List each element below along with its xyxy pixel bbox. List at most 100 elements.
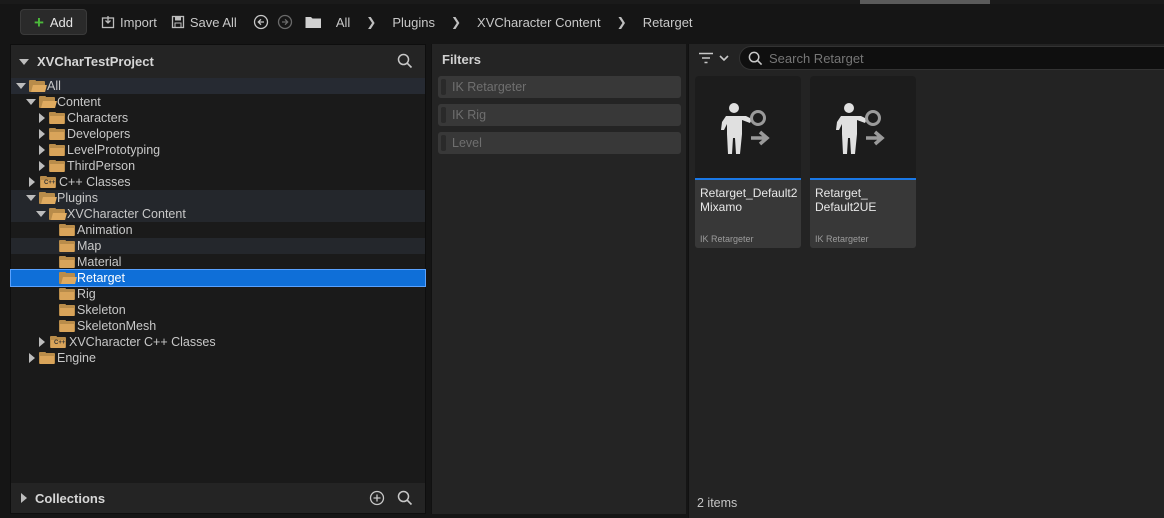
folder-icon	[59, 288, 75, 300]
tree-item-content[interactable]: Content	[11, 94, 425, 110]
breadcrumb-plugins[interactable]: Plugins	[386, 15, 441, 30]
filter-icon	[699, 52, 713, 64]
tree-item-label: Characters	[67, 111, 129, 125]
asset-view: Retarget_Default2 Mixamo IK Retargeter R…	[688, 44, 1164, 518]
tree-item-label: Skeleton	[77, 303, 126, 317]
tree-item-skeletonmesh[interactable]: SkeletonMesh	[11, 318, 425, 334]
asset-thumbnail	[810, 76, 916, 180]
tree-item-label: C++ Classes	[59, 175, 131, 189]
asset-tile[interactable]: Retarget_ Default2UE IK Retargeter	[810, 76, 916, 248]
search-input[interactable]	[769, 50, 1069, 66]
tree-item-characters[interactable]: Characters	[11, 110, 425, 126]
breadcrumb-retarget[interactable]: Retarget	[637, 15, 699, 30]
tree-item-xvcharacter-cpp-classes[interactable]: C++ XVCharacter C++ Classes	[11, 334, 425, 350]
expand-caret-icon[interactable]	[36, 211, 46, 217]
asset-tile[interactable]: Retarget_Default2 Mixamo IK Retargeter	[695, 76, 801, 248]
filter-dropdown-button[interactable]	[699, 52, 729, 64]
collapsed-caret-icon[interactable]	[29, 353, 35, 363]
folder-tree: All Content Characters Developers LevelP…	[10, 78, 426, 366]
search-box[interactable]	[739, 46, 1164, 70]
search-icon[interactable]	[397, 53, 413, 69]
tree-item-levelprototyping[interactable]: LevelPrototyping	[11, 142, 425, 158]
tree-item-map[interactable]: Map	[11, 238, 425, 254]
collapsed-caret-icon[interactable]	[39, 337, 45, 347]
breadcrumb-chevron-icon[interactable]: ❯	[607, 15, 637, 29]
folder-icon	[49, 160, 65, 172]
cpp-folder-icon: C++	[40, 176, 56, 188]
save-all-label: Save All	[189, 14, 237, 30]
expand-caret-icon[interactable]	[26, 99, 36, 105]
collapsed-caret-icon[interactable]	[29, 177, 35, 187]
tree-item-label: SkeletonMesh	[77, 319, 157, 333]
search-icon[interactable]	[397, 490, 413, 506]
breadcrumb-chevron-icon[interactable]: ❯	[441, 15, 471, 29]
collapsed-caret-icon[interactable]	[39, 113, 45, 123]
folder-icon	[49, 112, 65, 124]
collapsed-caret-icon[interactable]	[39, 145, 45, 155]
tree-item-xvcharacter-content[interactable]: XVCharacter Content	[11, 206, 425, 222]
collapsed-caret-icon[interactable]	[21, 493, 27, 503]
tree-item-developers[interactable]: Developers	[11, 126, 425, 142]
folder-icon	[59, 304, 75, 316]
folder-icon	[59, 224, 75, 236]
save-icon	[171, 15, 184, 29]
tree-item-all[interactable]: All	[11, 78, 425, 94]
toolbar: + Add Import Save All All ❯ Plugins ❯ XV…	[0, 4, 1164, 40]
filter-ik-rig[interactable]: IK Rig	[438, 104, 681, 126]
back-arrow-icon[interactable]	[253, 14, 269, 30]
project-title: XVCharTestProject	[37, 54, 154, 69]
breadcrumb-xvcharacter-content[interactable]: XVCharacter Content	[471, 15, 607, 30]
tree-item-retarget[interactable]: Retarget	[10, 269, 426, 287]
sources-header[interactable]: XVCharTestProject	[11, 45, 425, 78]
folder-open-icon	[39, 192, 57, 204]
filters-panel: Filters IK Retargeter IK Rig Level	[431, 44, 686, 514]
breadcrumb-all[interactable]: All	[330, 15, 356, 30]
tree-item-label: Map	[77, 239, 102, 253]
breadcrumb-chevron-icon[interactable]: ❯	[356, 15, 386, 29]
tree-item-skeleton[interactable]: Skeleton	[11, 302, 425, 318]
filter-level[interactable]: Level	[438, 132, 681, 154]
tree-item-thirdperson[interactable]: ThirdPerson	[11, 158, 425, 174]
folder-open-icon	[49, 208, 67, 220]
import-button[interactable]: Import	[101, 15, 157, 30]
expand-caret-icon[interactable]	[26, 195, 36, 201]
add-button[interactable]: + Add	[20, 9, 87, 35]
add-collection-icon[interactable]	[369, 490, 385, 506]
tree-item-rig[interactable]: Rig	[11, 286, 425, 302]
tree-item-plugins[interactable]: Plugins	[11, 190, 425, 206]
asset-type: IK Retargeter	[815, 234, 869, 244]
collections-header[interactable]: Collections	[11, 483, 425, 513]
tree-item-animation[interactable]: Animation	[11, 222, 425, 238]
save-all-button[interactable]: Save All	[171, 15, 237, 30]
breadcrumb: All ❯ Plugins ❯ XVCharacter Content ❯ Re…	[330, 15, 699, 30]
folder-open-icon	[59, 272, 77, 284]
asset-name: Retarget_Default2 Mixamo	[700, 186, 798, 214]
tree-item-label: Plugins	[57, 191, 98, 205]
expand-caret-icon[interactable]	[16, 83, 26, 89]
tree-item-label: Content	[57, 95, 101, 109]
asset-type: IK Retargeter	[700, 234, 754, 244]
ik-retargeter-icon	[836, 103, 885, 154]
folder-icon[interactable]	[305, 15, 322, 29]
tree-item-label: XVCharacter Content	[67, 207, 186, 221]
filter-ik-retargeter[interactable]: IK Retargeter	[438, 76, 681, 98]
collapse-caret-icon[interactable]	[19, 58, 29, 65]
tree-item-label: LevelPrototyping	[67, 143, 161, 157]
tree-item-label: ThirdPerson	[67, 159, 136, 173]
asset-name: Retarget_ Default2UE	[815, 186, 877, 214]
collapsed-caret-icon[interactable]	[39, 129, 45, 139]
tree-item-label: XVCharacter C++ Classes	[69, 335, 216, 349]
tree-item-material[interactable]: Material	[11, 254, 425, 270]
tree-item-label: Engine	[57, 351, 96, 365]
collections-title: Collections	[35, 490, 106, 506]
tree-item-cpp-classes[interactable]: C++ C++ Classes	[11, 174, 425, 190]
chevron-down-icon	[719, 55, 729, 62]
import-icon	[101, 16, 115, 29]
tree-item-engine[interactable]: Engine	[11, 350, 425, 366]
folder-icon	[49, 144, 65, 156]
plus-icon: +	[33, 12, 44, 32]
collapsed-caret-icon[interactable]	[39, 161, 45, 171]
forward-arrow-icon[interactable]	[277, 14, 293, 30]
folder-open-icon	[29, 80, 47, 92]
asset-thumbnail	[695, 76, 801, 180]
